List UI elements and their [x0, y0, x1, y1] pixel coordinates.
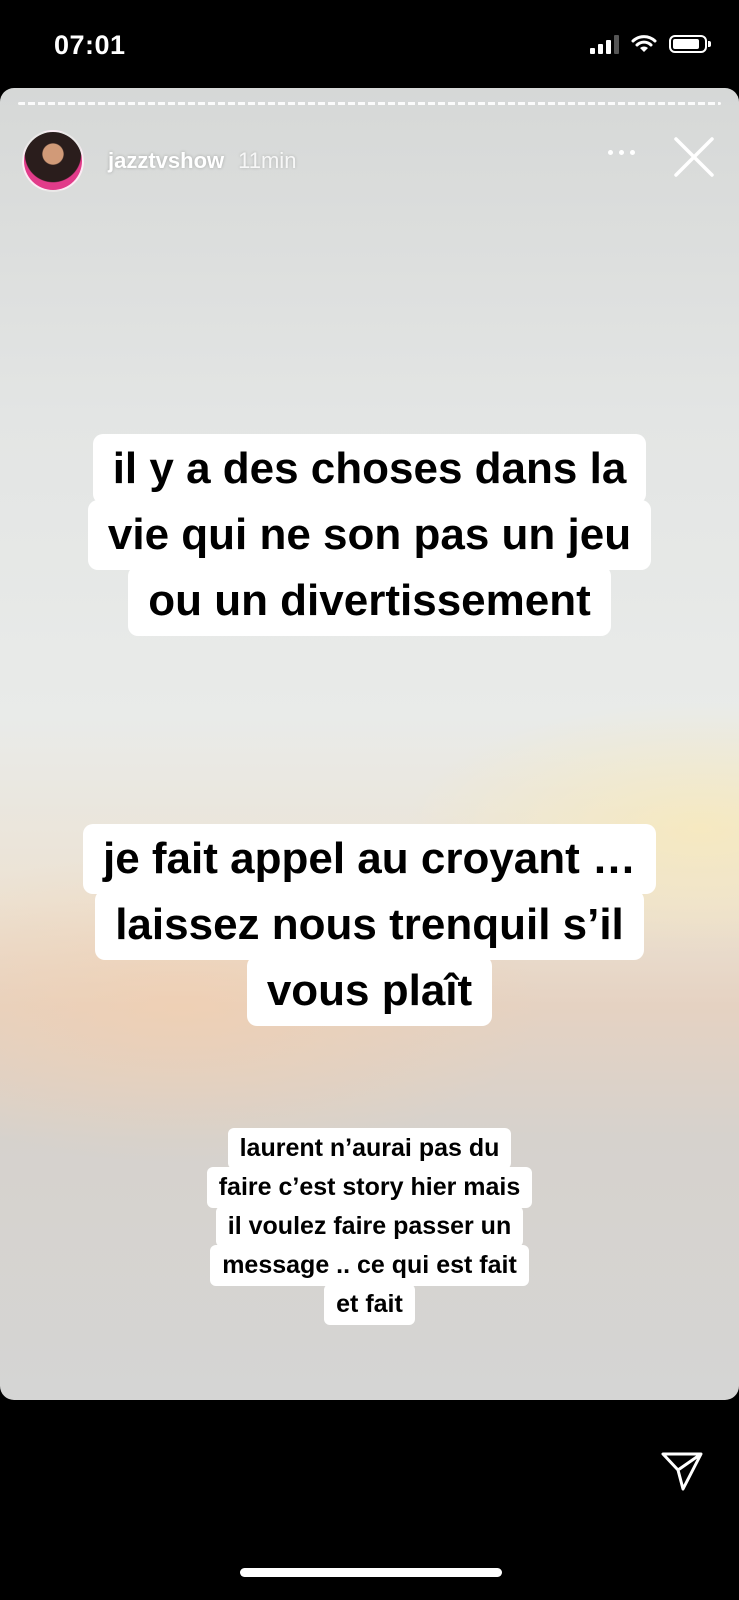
- status-time: 07:01: [54, 30, 126, 60]
- story-username[interactable]: jazztvshow: [108, 148, 224, 174]
- more-icon[interactable]: [608, 150, 635, 155]
- caption-line: faire c’est story hier mais: [206, 1167, 533, 1208]
- caption-line: il voulez faire passer un: [215, 1206, 524, 1247]
- caption-line: il y a des choses dans la: [92, 434, 647, 504]
- caption-line: et fait: [324, 1284, 415, 1325]
- caption-line: message .. ce qui est fait: [210, 1245, 529, 1286]
- caption-line: ou un divertissement: [128, 566, 611, 636]
- status-bar: 07:01: [0, 0, 739, 88]
- story-time-ago: 11min: [238, 148, 297, 173]
- avatar[interactable]: [22, 130, 84, 192]
- status-icons: [590, 34, 711, 54]
- caption-line: laurent n’aurai pas du: [227, 1128, 512, 1169]
- battery-icon: [669, 35, 711, 53]
- story-caption: il y a des choses dans la vie qui ne son…: [0, 434, 739, 636]
- signal-icon: [590, 34, 619, 54]
- story-footer: [0, 1400, 739, 1600]
- wifi-icon: [631, 35, 657, 52]
- send-icon[interactable]: [659, 1448, 705, 1494]
- caption-line: vie qui ne son pas un jeu: [87, 500, 652, 570]
- story-progress-bar: [18, 102, 721, 105]
- caption-line: je fait appel au croyant …: [82, 824, 657, 894]
- story-caption: je fait appel au croyant … laissez nous …: [0, 824, 739, 1026]
- story-header: jazztvshow 11min: [22, 128, 721, 194]
- caption-line: vous plaît: [246, 956, 493, 1026]
- story-caption: laurent n’aurai pas du faire c’est story…: [0, 1128, 739, 1325]
- caption-line: laissez nous trenquil s’il: [95, 890, 644, 960]
- story-view[interactable]: jazztvshow 11min il y a des choses dans …: [0, 88, 739, 1400]
- home-indicator[interactable]: [240, 1568, 502, 1577]
- close-icon[interactable]: [667, 130, 721, 184]
